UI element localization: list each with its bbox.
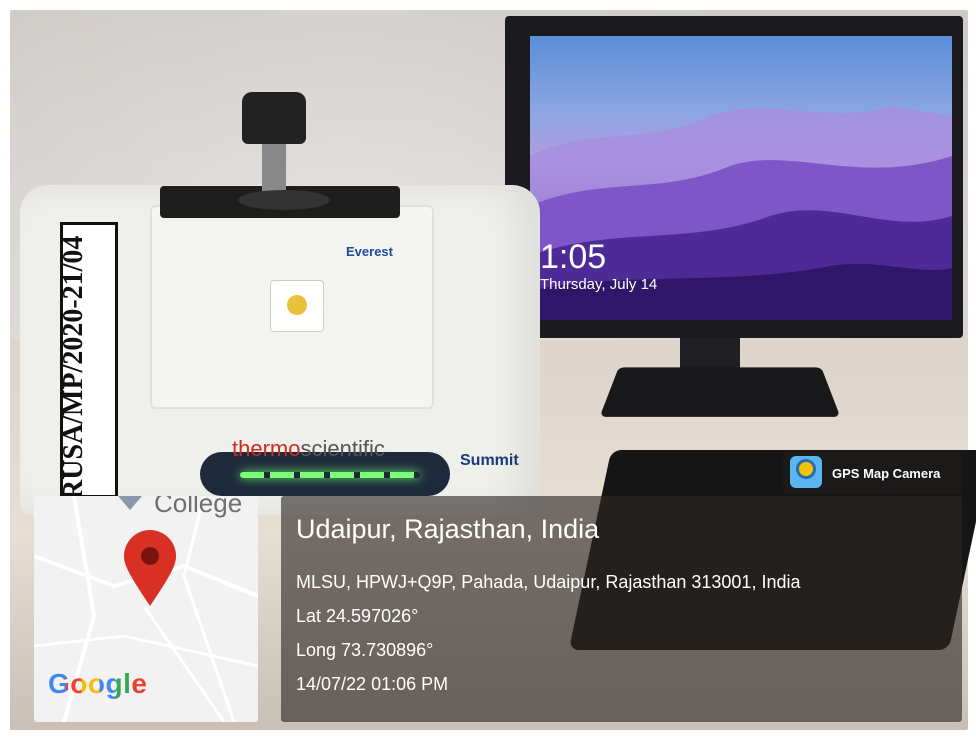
- model-label: Everest: [346, 244, 393, 259]
- product-label: Summit: [460, 452, 519, 469]
- sticker: [270, 280, 324, 332]
- map-pin-icon: [124, 530, 176, 606]
- brand-logo: thermoscientific: [232, 436, 385, 462]
- lock-screen-time: 1:05: [540, 238, 607, 276]
- press-disc: [238, 190, 330, 210]
- location-title: Udaipur, Rajasthan, India: [296, 514, 600, 544]
- press-knob: [242, 92, 306, 144]
- latitude-line: Lat 24.597026°: [296, 606, 419, 626]
- google-logo: Google: [48, 668, 147, 700]
- gps-badge-label: GPS Map Camera: [832, 466, 941, 481]
- status-led: [240, 472, 420, 478]
- brand-primary: thermo: [232, 436, 301, 461]
- longitude-line: Long 73.730896°: [296, 640, 434, 660]
- google-wordmark: Google: [48, 668, 148, 699]
- gps-map-camera-icon: [790, 456, 822, 488]
- map-thumbnail: College Google: [34, 496, 258, 722]
- timestamp-line: 14/07/22 01:06 PM: [296, 674, 449, 694]
- address-line: MLSU, HPWJ+Q9P, Pahada, Udaipur, Rajasth…: [296, 572, 801, 592]
- brand-secondary: scientific: [300, 436, 385, 461]
- lock-screen-date: Thursday, July 14: [540, 276, 658, 293]
- asset-label: RUSA/MP/2020-21/04: [58, 235, 89, 500]
- map-place-label: College: [154, 496, 243, 518]
- monitor-base: [599, 367, 841, 417]
